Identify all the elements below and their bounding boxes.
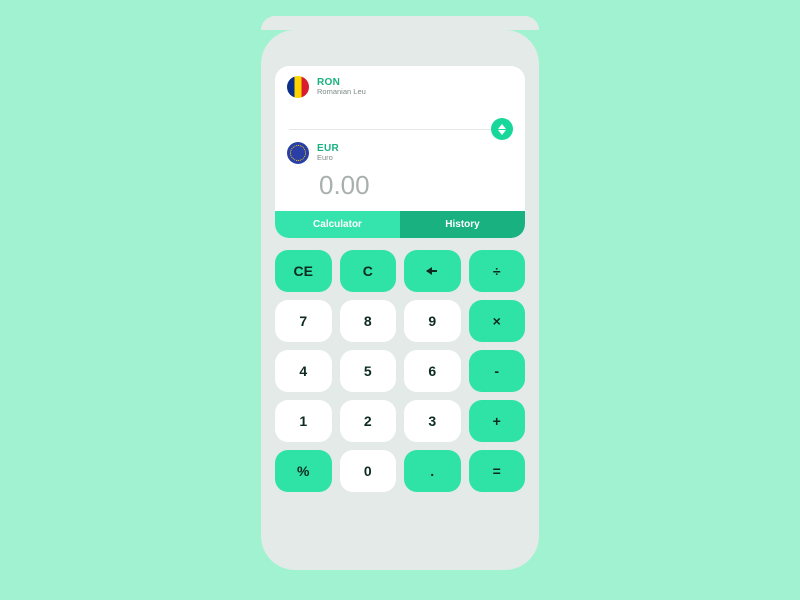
tab-history[interactable]: History — [400, 211, 525, 238]
converter-card: RON Romanian Leu EUR Euro 0.00 Calculato… — [275, 66, 525, 238]
key-0[interactable]: 0 — [340, 450, 397, 492]
key-add[interactable]: + — [469, 400, 526, 442]
to-amount-display: 0.00 — [275, 170, 525, 211]
divider — [289, 129, 511, 130]
key-9[interactable]: 9 — [404, 300, 461, 342]
key-4[interactable]: 4 — [275, 350, 332, 392]
chevron-down-icon — [498, 130, 506, 135]
key-2[interactable]: 2 — [340, 400, 397, 442]
key-subtract[interactable]: - — [469, 350, 526, 392]
to-currency-row[interactable]: EUR Euro — [275, 132, 525, 170]
key-8[interactable]: 8 — [340, 300, 397, 342]
keypad: CE C ÷ 7 8 9 × 4 5 6 - 1 2 3 + % 0 . = — [275, 250, 525, 492]
swap-row — [275, 126, 525, 132]
key-5[interactable]: 5 — [340, 350, 397, 392]
key-multiply[interactable]: × — [469, 300, 526, 342]
key-backspace[interactable] — [404, 250, 461, 292]
key-1[interactable]: 1 — [275, 400, 332, 442]
key-7[interactable]: 7 — [275, 300, 332, 342]
from-currency-text: RON Romanian Leu — [317, 78, 366, 96]
tab-calculator[interactable]: Calculator — [275, 211, 400, 238]
chevron-up-icon — [498, 124, 506, 129]
key-6[interactable]: 6 — [404, 350, 461, 392]
romania-flag-icon — [287, 76, 309, 98]
to-currency-text: EUR Euro — [317, 144, 339, 162]
tabs: Calculator History — [275, 211, 525, 238]
from-currency-row[interactable]: RON Romanian Leu — [275, 66, 525, 104]
swap-button[interactable] — [491, 118, 513, 140]
phone-notch — [345, 30, 455, 52]
key-decimal[interactable]: . — [404, 450, 461, 492]
key-percent[interactable]: % — [275, 450, 332, 492]
key-clear[interactable]: C — [340, 250, 397, 292]
key-divide[interactable]: ÷ — [469, 250, 526, 292]
key-3[interactable]: 3 — [404, 400, 461, 442]
phone-frame: RON Romanian Leu EUR Euro 0.00 Calculato… — [261, 30, 539, 570]
key-equals[interactable]: = — [469, 450, 526, 492]
eu-flag-icon — [287, 142, 309, 164]
key-clear-entry[interactable]: CE — [275, 250, 332, 292]
from-currency-name: Romanian Leu — [317, 88, 366, 96]
to-currency-name: Euro — [317, 154, 339, 162]
backspace-icon — [427, 270, 437, 273]
